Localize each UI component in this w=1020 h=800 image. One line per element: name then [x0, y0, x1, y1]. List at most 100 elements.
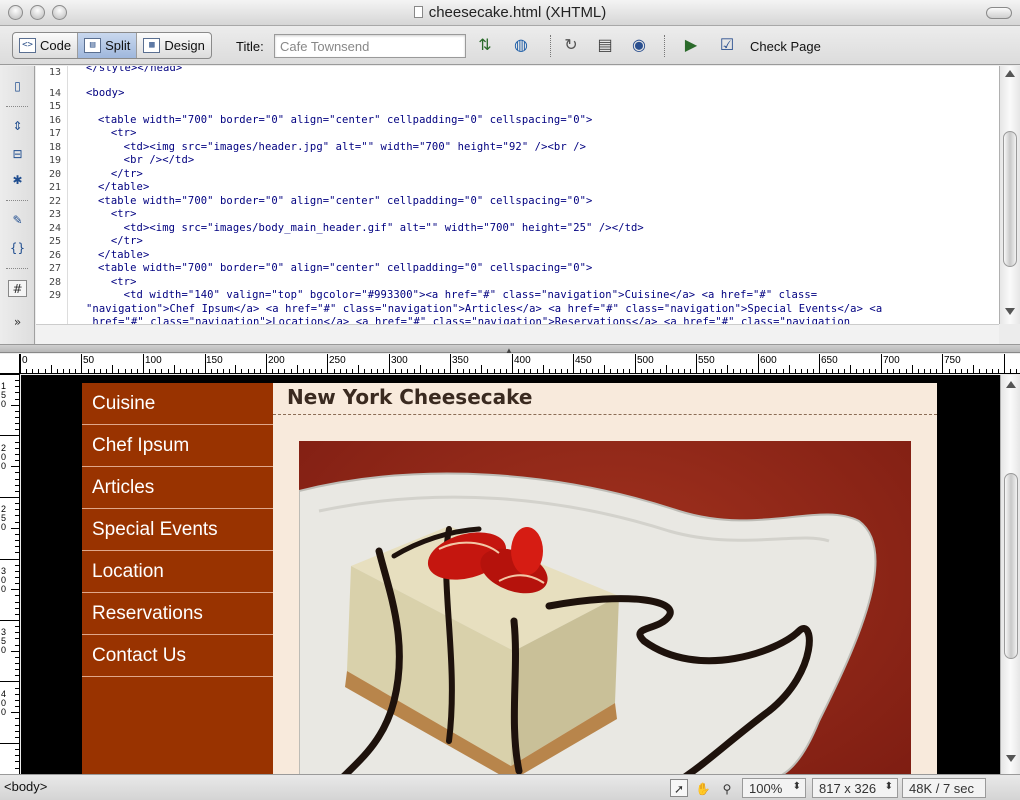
nav-link-label: Articles — [92, 477, 155, 498]
ruler-tick — [696, 354, 697, 373]
ruler-tick — [315, 369, 316, 373]
zoom-level-select[interactable]: 100% ⬍ — [742, 778, 806, 798]
select-parent-tag-icon[interactable]: ✎ — [8, 212, 27, 229]
ruler-tick — [15, 725, 19, 726]
file-management-icon[interactable]: ⇅ — [474, 36, 496, 56]
collapse-selection-icon[interactable]: ⊟ — [8, 146, 27, 163]
code-line: <td width="140" valign="top" bgcolor="#9… — [98, 289, 818, 301]
cheesecake-illustration — [299, 472, 877, 774]
content-heading[interactable]: New York Cheesecake — [287, 385, 532, 409]
more-tools-chevron-icon[interactable]: » — [8, 314, 27, 331]
ruler-tick — [217, 369, 218, 373]
scroll-up-arrow-icon[interactable] — [1006, 381, 1016, 388]
visual-aids-icon[interactable]: ◉ — [628, 36, 650, 56]
ruler-tick — [641, 369, 642, 373]
scroll-down-arrow-icon[interactable] — [1005, 308, 1015, 315]
line-numbers-icon[interactable]: # — [8, 280, 27, 297]
nav-link-label: Special Events — [92, 519, 218, 540]
zoom-tool-icon[interactable]: ⚲ — [718, 779, 736, 797]
design-vertical-scrollbar[interactable] — [1000, 375, 1020, 774]
split-divider[interactable]: ▲ — [0, 344, 1020, 355]
ruler-tick — [0, 743, 19, 744]
nav-link-reservations[interactable]: Reservations — [82, 593, 273, 635]
ruler-tick — [561, 369, 562, 373]
balance-braces-icon[interactable]: {} — [8, 240, 27, 257]
validate-markup-icon[interactable]: ▶ — [680, 36, 702, 56]
heading-divider — [273, 414, 937, 415]
design-scroll-thumb[interactable] — [1004, 473, 1018, 659]
design-view[interactable]: Cuisine Chef Ipsum Articles Special Even… — [21, 375, 1000, 774]
ruler-tick — [629, 369, 630, 373]
ruler-tick — [635, 354, 636, 373]
ruler-tick — [358, 365, 359, 373]
design-view-button[interactable]: ▦ Design — [137, 33, 210, 58]
split-view-button[interactable]: ▤ Split — [78, 33, 138, 58]
ruler-tick — [340, 369, 341, 373]
tag-selector[interactable]: <body> — [4, 779, 47, 794]
scroll-down-arrow-icon[interactable] — [1006, 755, 1016, 762]
toolbar-toggle-button[interactable] — [986, 7, 1012, 19]
dreamweaver-window: cheesecake.html (XHTML) <> Code ▤ Split ▦ D… — [0, 0, 1020, 800]
refresh-icon[interactable]: ↻ — [560, 36, 582, 56]
code-line: <td><img src="images/header.jpg" alt="" … — [98, 141, 587, 153]
cheesecake-photo[interactable] — [299, 441, 911, 774]
code-view[interactable]: 13 14 15 16 17 18 19 20 21 22 23 24 25 2… — [36, 66, 999, 324]
check-page-button[interactable]: Check Page — [750, 39, 821, 54]
code-view-button[interactable]: <> Code — [13, 33, 79, 58]
pointer-tool-icon[interactable]: ➚ — [670, 779, 688, 797]
ruler-tick — [15, 503, 19, 504]
ruler-tick — [205, 354, 206, 373]
ruler-tick — [942, 354, 943, 373]
nav-link-articles[interactable]: Articles — [82, 467, 273, 509]
ruler-tick — [321, 369, 322, 373]
ruler-tick — [623, 369, 624, 373]
preview-browser-icon[interactable]: ◍ — [510, 36, 532, 56]
ruler-tick — [15, 460, 19, 461]
code-scroll-thumb[interactable] — [1003, 131, 1017, 267]
ruler-tick — [272, 369, 273, 373]
check-page-icon[interactable]: ☑ — [716, 36, 738, 56]
ruler-tick — [826, 369, 827, 373]
scroll-up-arrow-icon[interactable] — [1005, 70, 1015, 77]
ruler-tick — [143, 354, 144, 373]
ruler-tick — [260, 369, 261, 373]
ruler-tick — [75, 369, 76, 373]
open-documents-icon[interactable]: ▯ — [8, 78, 27, 95]
expand-all-icon[interactable]: ✱ — [8, 172, 27, 189]
page-title-input[interactable] — [274, 34, 466, 58]
nav-link-chef-ipsum[interactable]: Chef Ipsum — [82, 425, 273, 467]
ruler-tick — [15, 565, 19, 566]
ruler-tick — [15, 552, 19, 553]
ruler-tick — [131, 369, 132, 373]
window-size-select[interactable]: 817 x 326 ⬍ — [812, 778, 898, 798]
code-line: <body> — [86, 87, 125, 99]
ruler-tick — [284, 369, 285, 373]
ruler-tick — [764, 369, 765, 373]
ruler-tick — [15, 700, 19, 701]
ruler-tick — [721, 369, 722, 373]
ruler-label: 100 — [145, 355, 162, 366]
ruler-tick — [11, 405, 19, 406]
line-number: 20 — [48, 169, 61, 180]
ruler-tick — [475, 369, 476, 373]
ruler-tick — [727, 365, 728, 373]
ruler-tick — [174, 365, 175, 373]
nav-link-contact-us[interactable]: Contact Us — [82, 635, 273, 677]
collapse-tag-icon[interactable]: ⇕ — [8, 118, 27, 135]
nav-link-special-events[interactable]: Special Events — [82, 509, 273, 551]
ruler-tick — [15, 442, 19, 443]
ruler-tick — [573, 354, 574, 373]
status-bar: <body> ➚ ✋ ⚲ 100% ⬍ 817 x 326 ⬍ 48K / 7 se… — [0, 774, 1020, 800]
nav-link-location[interactable]: Location — [82, 551, 273, 593]
ruler-origin[interactable] — [0, 354, 20, 374]
hand-tool-icon[interactable]: ✋ — [694, 779, 712, 797]
ruler-tick — [11, 589, 19, 590]
ruler-tick — [592, 369, 593, 373]
nav-link-cuisine[interactable]: Cuisine — [82, 383, 273, 425]
ruler-tick — [973, 365, 974, 373]
ruler-tick — [15, 417, 19, 418]
view-options-icon[interactable]: ▤ — [594, 36, 616, 56]
ruler-tick — [11, 712, 19, 713]
code-vertical-scrollbar[interactable] — [999, 66, 1020, 324]
line-number: 25 — [48, 236, 61, 247]
